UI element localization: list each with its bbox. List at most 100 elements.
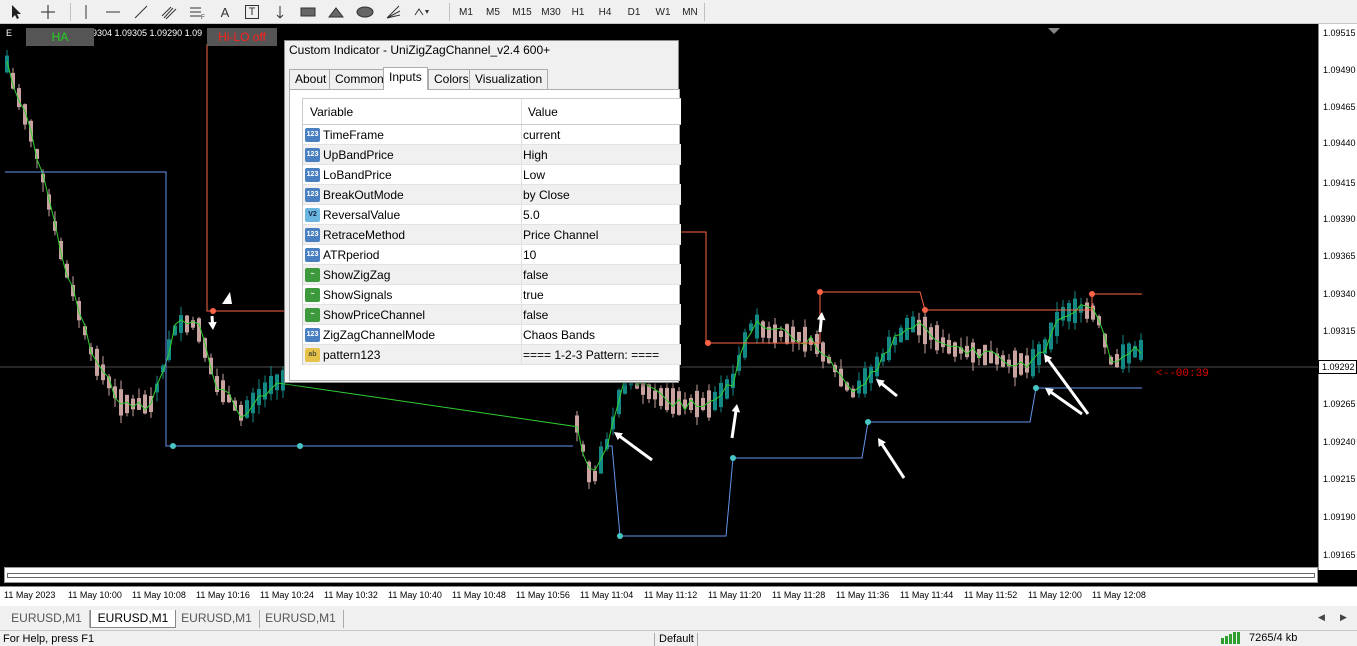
- input-value[interactable]: current: [523, 128, 560, 142]
- signal-arrow: [1045, 388, 1083, 416]
- tab-scroll-right-icon[interactable]: ▶: [1340, 612, 1347, 623]
- input-name: BreakOutMode: [323, 188, 404, 202]
- input-row[interactable]: 123 UpBandPrice High: [303, 145, 681, 165]
- ha-toggle-button[interactable]: HA: [26, 28, 94, 46]
- input-row[interactable]: 123 LoBandPrice Low: [303, 165, 681, 185]
- candle-body: [701, 397, 705, 411]
- input-name: ReversalValue: [323, 208, 401, 222]
- connection-status[interactable]: 7265/4 kb: [1220, 632, 1297, 644]
- candle-body: [779, 330, 783, 338]
- ellipse-icon[interactable]: [354, 2, 376, 22]
- lower-band-point: [617, 533, 623, 539]
- input-value[interactable]: false: [523, 268, 548, 282]
- time-label: 11 May 11:04: [580, 590, 634, 600]
- input-row[interactable]: ab pattern123 ==== 1-2-3 Pattern: ====: [303, 345, 681, 365]
- tf-h4-button[interactable]: H4: [593, 2, 617, 22]
- tf-m1-button[interactable]: M1: [455, 2, 477, 22]
- tab-scroll-left-icon[interactable]: ◀: [1318, 612, 1325, 623]
- tf-m5-button[interactable]: M5: [482, 2, 504, 22]
- time-label: 11 May 11:12: [644, 590, 698, 600]
- candle-body: [101, 364, 105, 381]
- input-row[interactable]: 123 RetraceMethod Price Channel: [303, 225, 681, 245]
- status-profile[interactable]: Default: [654, 633, 694, 646]
- chart-scrollbar[interactable]: [4, 567, 1318, 583]
- signal-arrow: [614, 432, 653, 462]
- chart-tab[interactable]: EURUSD,M1: [4, 610, 90, 628]
- input-value[interactable]: true: [523, 288, 544, 302]
- candle-body: [221, 380, 225, 403]
- tab-common[interactable]: Common: [329, 69, 390, 89]
- input-value[interactable]: Low: [523, 168, 545, 182]
- input-value[interactable]: false: [523, 308, 548, 322]
- input-row[interactable]: 123 ZigZagChannelMode Chaos Bands: [303, 325, 681, 345]
- cursor-icon[interactable]: [4, 2, 28, 22]
- vertical-line-icon[interactable]: [78, 2, 94, 22]
- price-label: 1.09190: [1323, 512, 1356, 522]
- lower-band-point: [865, 419, 871, 425]
- trendline-icon[interactable]: [131, 2, 151, 22]
- price-label: 1.09490: [1323, 65, 1356, 75]
- svg-text:F: F: [201, 15, 205, 20]
- candle-body: [725, 379, 729, 399]
- rectangle-icon[interactable]: [299, 2, 317, 22]
- fibonacci-icon[interactable]: F: [187, 2, 209, 22]
- chart-tab[interactable]: EURUSD,M1: [258, 610, 344, 628]
- text-tool-button[interactable]: A: [216, 2, 234, 22]
- upper-band-line: [206, 44, 284, 312]
- candle-body: [923, 316, 927, 345]
- crosshair-icon[interactable]: [36, 2, 60, 22]
- tab-colors[interactable]: Colors: [428, 69, 475, 89]
- tab-visualization[interactable]: Visualization: [469, 69, 549, 89]
- input-row[interactable]: 123 ATRperiod 10: [303, 245, 681, 265]
- channel-icon[interactable]: [158, 2, 180, 22]
- chart-tab[interactable]: EURUSD,M1: [174, 610, 260, 628]
- input-row[interactable]: 123 BreakOutMode by Close: [303, 185, 681, 205]
- tf-h1-button[interactable]: H1: [566, 2, 590, 22]
- candle-body: [659, 388, 663, 406]
- candle-body: [209, 357, 213, 375]
- tf-d1-button[interactable]: D1: [622, 2, 646, 22]
- input-value[interactable]: ==== 1-2-3 Pattern: ====: [523, 348, 659, 362]
- signal-arrow: [208, 315, 217, 330]
- input-value[interactable]: Chaos Bands: [523, 328, 595, 342]
- tab-about[interactable]: About: [289, 69, 333, 89]
- price-label: 1.09465: [1323, 102, 1356, 112]
- time-scale[interactable]: 11 May 2023 11 May 10:00 11 May 10:08 11 Ma…: [0, 586, 1357, 606]
- column-header-variable[interactable]: Variable: [310, 105, 353, 119]
- ohlc-values: 9304 1.09305 1.09290 1.09: [92, 28, 203, 38]
- tab-inputs[interactable]: Inputs: [383, 67, 428, 90]
- input-value[interactable]: 5.0: [523, 208, 540, 222]
- hilo-toggle-button[interactable]: Hi-LO off: [207, 28, 277, 46]
- tf-mn-button[interactable]: MN: [678, 2, 702, 22]
- input-row[interactable]: V2 ReversalValue 5.0: [303, 205, 681, 225]
- price-scale[interactable]: 1.09515 1.09490 1.09465 1.09440 1.09415 1.093…: [1318, 24, 1357, 570]
- candle-body: [1139, 339, 1143, 360]
- horizontal-line-icon[interactable]: [103, 2, 123, 22]
- candle-body: [707, 390, 711, 418]
- input-row[interactable]: ~ ShowZigZag false: [303, 265, 681, 285]
- input-value[interactable]: Price Channel: [523, 228, 598, 242]
- input-name: ShowZigZag: [323, 268, 391, 282]
- more-tools-icon[interactable]: [412, 2, 440, 22]
- candle-body: [1067, 303, 1071, 322]
- status-bar: For Help, press F1 Default 7265/4 kb: [0, 630, 1357, 646]
- input-row[interactable]: 123 TimeFrame current: [303, 125, 681, 145]
- column-header-value[interactable]: Value: [528, 105, 558, 119]
- chart-tab-active[interactable]: EURUSD,M1: [90, 610, 176, 628]
- candle-body: [125, 394, 129, 414]
- tf-m30-button[interactable]: M30: [537, 2, 565, 22]
- int-type-icon: 123: [305, 168, 320, 182]
- input-value[interactable]: 10: [523, 248, 536, 262]
- tf-m15-button[interactable]: M15: [508, 2, 536, 22]
- fib-fan-icon[interactable]: [383, 2, 405, 22]
- arrows-icon[interactable]: [271, 2, 289, 22]
- input-value[interactable]: High: [523, 148, 548, 162]
- scrollbar-thumb[interactable]: [7, 573, 1315, 578]
- input-row[interactable]: ~ ShowPriceChannel false: [303, 305, 681, 325]
- tf-w1-button[interactable]: W1: [651, 2, 675, 22]
- input-row[interactable]: ~ ShowSignals true: [303, 285, 681, 305]
- input-name: ShowPriceChannel: [323, 308, 426, 322]
- input-value[interactable]: by Close: [523, 188, 570, 202]
- label-tool-button[interactable]: T: [242, 2, 262, 22]
- triangle-icon[interactable]: [326, 2, 346, 22]
